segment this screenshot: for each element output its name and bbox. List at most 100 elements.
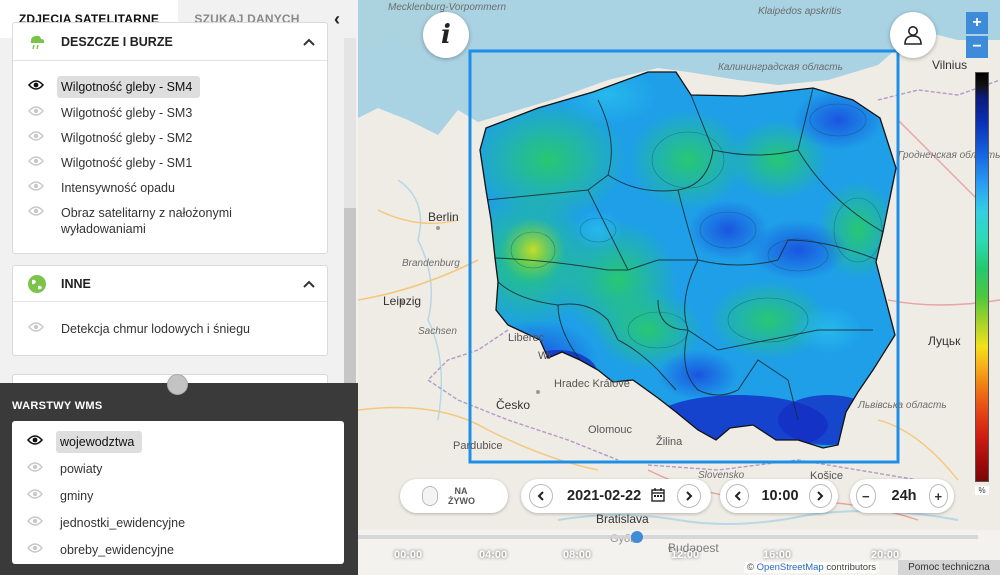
zoom-in-button[interactable]: + bbox=[966, 12, 988, 34]
rain-cloud-icon bbox=[30, 35, 45, 49]
eye-icon[interactable] bbox=[26, 485, 44, 503]
layer-list-rain: Wilgotność gleby - SM4 Wilgotność gleby … bbox=[13, 61, 327, 240]
wms-layer-registry-units[interactable]: jednostki_ewidencyjne bbox=[12, 512, 344, 534]
eye-icon[interactable] bbox=[27, 102, 45, 120]
timeline-tick: 00:00 bbox=[394, 549, 423, 561]
map-label: Львівська область bbox=[858, 400, 947, 411]
category-header-rain[interactable]: DESZCZE I BURZE bbox=[13, 23, 327, 61]
range-value[interactable]: 24h bbox=[892, 488, 917, 504]
osm-link[interactable]: OpenStreetMap bbox=[757, 562, 824, 573]
layer-item-sm1[interactable]: Wilgotność gleby - SM1 bbox=[13, 152, 327, 174]
map-label-city: Leipzig bbox=[383, 294, 422, 308]
eye-icon[interactable] bbox=[27, 127, 45, 145]
eye-icon[interactable] bbox=[27, 177, 45, 195]
wms-layer-registry-districts[interactable]: obreby_ewidencyjne bbox=[12, 539, 344, 561]
map-label: Sachsen bbox=[418, 326, 457, 337]
timeline-tick: 04:00 bbox=[479, 549, 508, 561]
wms-title: WARSTWY WMS bbox=[12, 400, 103, 412]
map-label-city: Česko bbox=[496, 398, 531, 412]
map-label-city: Olomouc bbox=[588, 424, 633, 436]
eye-icon[interactable] bbox=[27, 318, 45, 336]
layer-item-sm4[interactable]: Wilgotność gleby - SM4 bbox=[13, 76, 327, 98]
map-label-city: Liberec bbox=[508, 332, 545, 344]
category-card-other: INNE Detekcja chmur lodowych i śniegu bbox=[12, 265, 328, 356]
layer-item-lightning[interactable]: Obraz satelitarny z nałożonymi wyładowan… bbox=[13, 202, 327, 240]
increase-range-button[interactable]: + bbox=[928, 484, 948, 508]
eye-icon[interactable] bbox=[26, 458, 44, 476]
range-control: − 24h + bbox=[850, 479, 954, 513]
category-title-rain: DESZCZE I BURZE bbox=[61, 34, 173, 49]
previous-date-button[interactable] bbox=[529, 484, 553, 508]
layer-label: Detekcja chmur lodowych i śniegu bbox=[61, 322, 250, 336]
calendar-icon[interactable] bbox=[651, 487, 665, 505]
date-control: 2021-02-22 bbox=[521, 479, 711, 513]
wms-layer-voivodeships[interactable]: wojewodztwa bbox=[12, 431, 344, 453]
legend-unit: % bbox=[975, 486, 989, 495]
user-account-button[interactable] bbox=[890, 12, 936, 58]
layer-item-sm2[interactable]: Wilgotność gleby - SM2 bbox=[13, 127, 327, 149]
side-panel: ZDJĘCIA SATELITARNE SZUKAJ DANYCH ‹ DESZ… bbox=[0, 0, 358, 575]
info-button[interactable]: i bbox=[423, 12, 469, 58]
user-icon bbox=[904, 26, 922, 45]
globe-icon bbox=[28, 274, 46, 293]
timeline-handle[interactable] bbox=[631, 531, 643, 543]
panel-resize-handle[interactable] bbox=[167, 374, 188, 395]
eye-open-icon[interactable] bbox=[27, 76, 45, 94]
layer-label: obreby_ewidencyjne bbox=[60, 543, 174, 557]
wms-layer-counties[interactable]: powiaty bbox=[12, 458, 344, 480]
map-label-city: Vilnius bbox=[932, 58, 968, 72]
eye-icon[interactable] bbox=[27, 202, 45, 220]
chevron-up-icon[interactable] bbox=[291, 35, 327, 49]
map-label-city: Pardubice bbox=[453, 440, 503, 452]
category-title-other: INNE bbox=[61, 276, 91, 291]
chevron-up-icon[interactable] bbox=[291, 277, 327, 291]
map-label: Brandenburg bbox=[402, 258, 460, 269]
technical-support-button[interactable]: Pomoc techniczna bbox=[898, 560, 1000, 575]
timeline-tick: 12:00 bbox=[671, 549, 700, 561]
layer-label: Wilgotność gleby - SM4 bbox=[57, 76, 201, 98]
layer-label: jednostki_ewidencyjne bbox=[60, 516, 186, 530]
previous-time-button[interactable] bbox=[726, 484, 750, 508]
category-card-rain: DESZCZE I BURZE Wilgotność gleby - SM4 W… bbox=[12, 22, 328, 254]
layer-label: Wilgotność gleby - SM2 bbox=[61, 131, 193, 145]
layer-label: wojewodztwa bbox=[56, 431, 143, 453]
live-label: NA ŻYWO bbox=[448, 486, 475, 506]
zoom-out-button[interactable]: − bbox=[966, 36, 988, 58]
layer-label: Wilgotność gleby - SM1 bbox=[61, 156, 193, 170]
layer-label: Obraz satelitarny z nałożonymi wyładowan… bbox=[61, 206, 232, 236]
map-label-city: Wr bbox=[538, 350, 552, 362]
map-attribution: © OpenStreetMap contributors bbox=[744, 562, 879, 573]
next-date-button[interactable] bbox=[677, 484, 702, 508]
map-label: Калининградская область bbox=[718, 62, 843, 73]
layer-item-sm3[interactable]: Wilgotność gleby - SM3 bbox=[13, 102, 327, 124]
map-label-city: Bratislava bbox=[596, 512, 649, 526]
category-header-other[interactable]: INNE bbox=[13, 266, 327, 302]
layer-label: powiaty bbox=[60, 462, 103, 476]
time-value[interactable]: 10:00 bbox=[761, 488, 798, 504]
layer-item-ice-clouds[interactable]: Detekcja chmur lodowych i śniegu bbox=[13, 318, 327, 340]
color-scale-legend bbox=[975, 72, 989, 482]
map-label-city: Žilina bbox=[656, 436, 683, 448]
panel-scrollbar-thumb[interactable] bbox=[344, 208, 356, 383]
eye-icon[interactable] bbox=[26, 539, 44, 557]
live-toggle-switch[interactable] bbox=[422, 486, 438, 506]
eye-icon[interactable] bbox=[26, 512, 44, 530]
layer-label: Intensywność opadu bbox=[61, 181, 175, 195]
timeline-track[interactable] bbox=[358, 535, 978, 539]
map-label: Klaipėdos apskritis bbox=[758, 6, 842, 17]
date-value[interactable]: 2021-02-22 bbox=[567, 488, 641, 504]
next-time-button[interactable] bbox=[808, 484, 832, 508]
layer-item-precipitation[interactable]: Intensywność opadu bbox=[13, 177, 327, 199]
decrease-range-button[interactable]: − bbox=[856, 484, 876, 508]
map-label-city: Луцьк bbox=[928, 334, 961, 348]
live-toggle-control[interactable]: NA ŻYWO bbox=[400, 479, 508, 513]
timeline-tick: 16:00 bbox=[763, 549, 792, 561]
layer-label: Wilgotność gleby - SM3 bbox=[61, 106, 193, 120]
layer-label: gminy bbox=[60, 489, 94, 503]
eye-icon[interactable] bbox=[27, 152, 45, 170]
wms-layer-list: wojewodztwa powiaty gminy jednostki_ewid… bbox=[12, 421, 344, 564]
map-label-city: Berlin bbox=[428, 210, 459, 224]
timeline-tick: 08:00 bbox=[563, 549, 592, 561]
eye-open-icon[interactable] bbox=[26, 431, 44, 449]
wms-layer-communes[interactable]: gminy bbox=[12, 485, 344, 507]
